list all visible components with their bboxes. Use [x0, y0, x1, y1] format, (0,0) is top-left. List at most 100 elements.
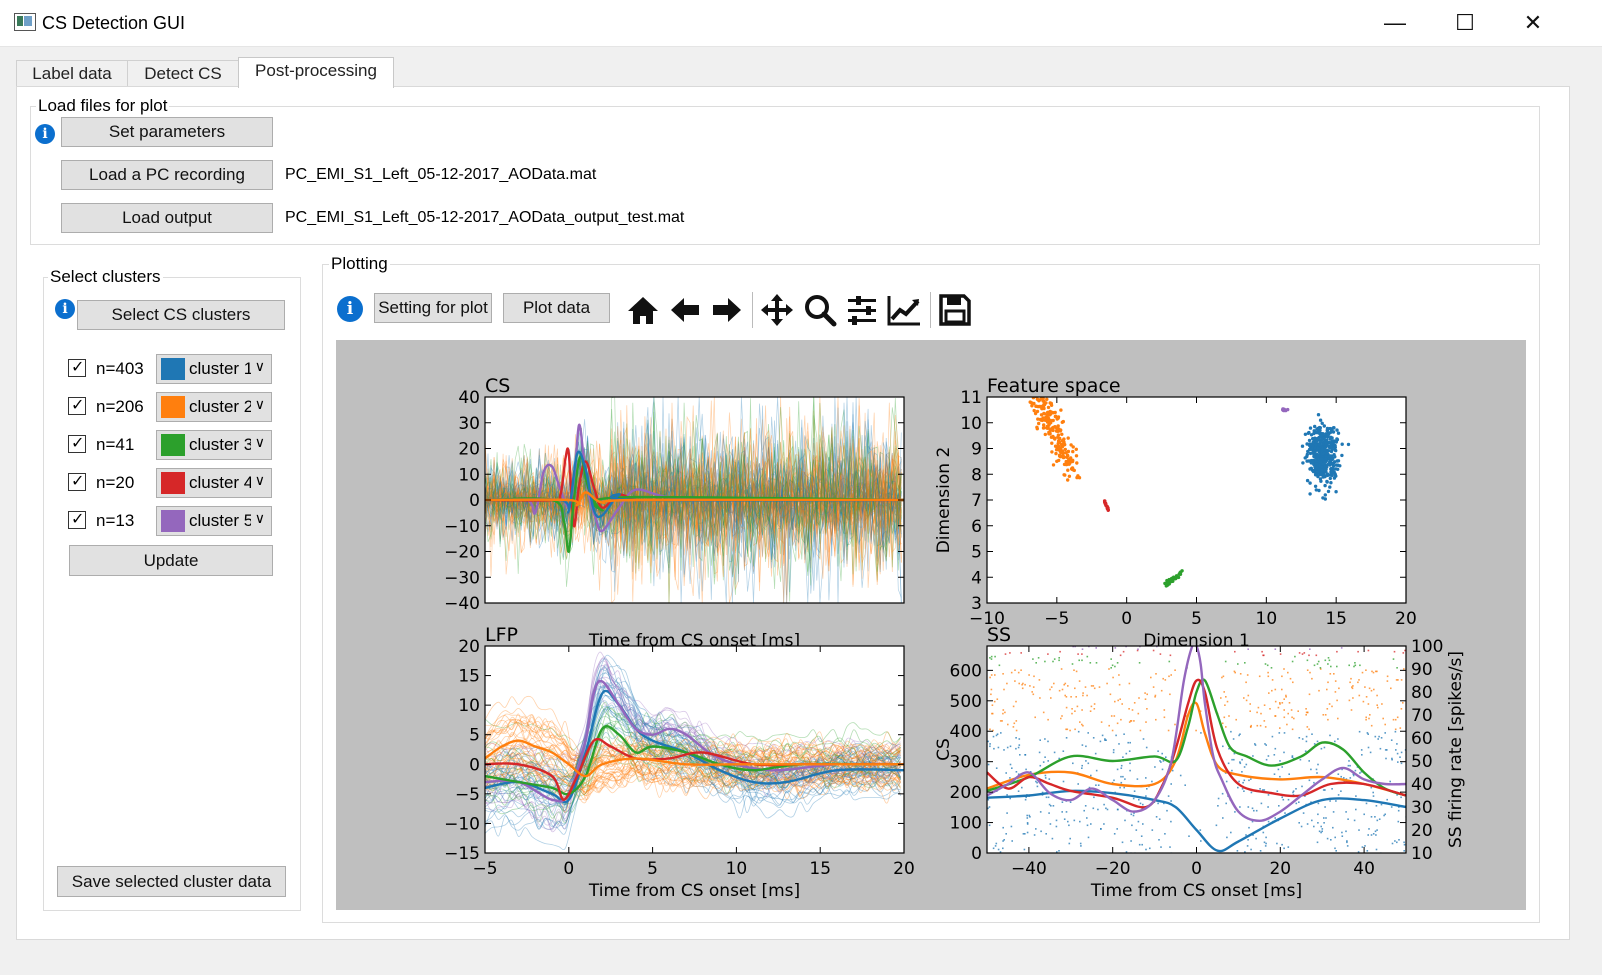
raster-spike: [1128, 682, 1131, 685]
tab-detect-cs[interactable]: Detect CS: [127, 60, 239, 87]
cluster-checkbox-4[interactable]: ✓: [68, 473, 86, 491]
raster-spike: [1327, 681, 1329, 684]
minimize-button[interactable]: —: [1372, 10, 1418, 38]
tab-label-data[interactable]: Label data: [16, 60, 128, 87]
cluster-name-5: cluster 5: [189, 511, 251, 530]
raster-spike: [1396, 743, 1398, 745]
raster-spike: [1006, 682, 1008, 685]
feature-point: [1313, 473, 1318, 477]
raster-spike: [1117, 808, 1119, 811]
raster-spike: [1020, 669, 1022, 671]
feature-point: [1330, 462, 1334, 466]
set-parameters-button[interactable]: Set parameters: [61, 117, 273, 147]
cluster-count-3: n=41: [96, 435, 135, 454]
raster-spike: [1336, 650, 1338, 653]
raster-spike: [1006, 794, 1008, 796]
output-filename: PC_EMI_S1_Left_05-12-2017_AOData_output_…: [285, 209, 685, 226]
feature-point: [1322, 424, 1326, 428]
raster-spike: [1138, 662, 1141, 664]
configure-subplots-icon[interactable]: [844, 292, 880, 328]
raster-spike: [1309, 648, 1311, 650]
feature-point: [1301, 461, 1305, 465]
close-button[interactable]: ✕: [1510, 10, 1556, 38]
raster-spike: [1058, 850, 1060, 852]
raster-spike: [1249, 703, 1251, 705]
maximize-button[interactable]: ☐: [1442, 10, 1488, 38]
raster-spike: [1060, 668, 1063, 670]
cluster-checkbox-5[interactable]: ✓: [68, 511, 86, 529]
plot-canvas[interactable]: 40 30 20 10 0 −10 −20 −30 −40 CS Time from CS onse…: [336, 340, 1526, 910]
raster-spike: [1283, 716, 1286, 719]
forward-arrow-icon[interactable]: [709, 292, 745, 328]
raster-spike: [1374, 735, 1377, 738]
raster-spike: [1095, 662, 1098, 664]
cluster-swatch-1: [161, 358, 185, 380]
raster-spike: [999, 720, 1002, 722]
load-recording-button[interactable]: Load a PC recording: [61, 160, 273, 190]
raster-spike: [1222, 817, 1224, 819]
save-cluster-data-button[interactable]: Save selected cluster data: [57, 866, 286, 897]
raster-spike: [1113, 779, 1115, 782]
cluster-checkbox-2[interactable]: ✓: [68, 397, 86, 415]
cluster-swatch-5: [161, 510, 185, 532]
cluster-color-select-2[interactable]: cluster 2 ∨: [156, 392, 272, 422]
raster-spike: [1099, 740, 1102, 743]
plot-data-button[interactable]: Plot data: [503, 293, 610, 323]
raster-spike: [1367, 746, 1370, 749]
cluster-checkbox-1[interactable]: ✓: [68, 359, 86, 377]
feature-point: [1306, 449, 1310, 454]
raster-spike: [1075, 670, 1078, 673]
raster-spike: [1279, 760, 1281, 762]
raster-spike: [1039, 697, 1041, 699]
raster-spike: [1262, 831, 1265, 834]
home-icon[interactable]: [625, 292, 661, 328]
cluster-color-select-5[interactable]: cluster 5 ∨: [156, 506, 272, 536]
back-arrow-icon[interactable]: [667, 292, 703, 328]
cluster-color-select-4[interactable]: cluster 4 ∨: [156, 468, 272, 498]
raster-spike: [1335, 800, 1337, 802]
raster-spike: [1279, 775, 1281, 778]
cluster-color-select-3[interactable]: cluster 3 ∨: [156, 430, 272, 460]
info-icon[interactable]: i: [35, 124, 55, 144]
feature-point: [1319, 479, 1323, 483]
tab-post-processing[interactable]: Post-processing: [238, 57, 394, 88]
feature-point: [1032, 408, 1036, 413]
raster-spike: [1274, 747, 1277, 750]
raster-spike: [1365, 802, 1368, 805]
select-cs-clusters-button[interactable]: Select CS clusters: [77, 300, 285, 330]
raster-spike: [1256, 724, 1259, 727]
raster-spike: [1145, 721, 1147, 723]
raster-spike: [1053, 751, 1056, 754]
zoom-icon[interactable]: [802, 292, 838, 328]
feature-point: [1051, 434, 1055, 439]
raster-spike: [1089, 710, 1092, 712]
raster-spike: [1024, 683, 1026, 686]
y-tick-label: 15: [458, 667, 480, 687]
raster-spike: [1294, 655, 1296, 658]
raster-spike: [1033, 834, 1036, 836]
raster-spike: [1245, 834, 1247, 836]
raster-spike: [1261, 650, 1263, 653]
cluster-color-select-1[interactable]: cluster 1 ∨: [156, 354, 272, 384]
cluster-checkbox-3[interactable]: ✓: [68, 435, 86, 453]
raster-spike: [1089, 662, 1092, 664]
raster-spike: [1247, 648, 1249, 650]
pan-icon[interactable]: [759, 292, 795, 328]
raster-spike: [1251, 807, 1254, 810]
raster-spike: [1347, 818, 1349, 820]
save-icon[interactable]: [937, 292, 973, 328]
raster-spike: [1304, 750, 1307, 752]
update-button[interactable]: Update: [69, 545, 273, 576]
raster-spike: [1345, 811, 1347, 813]
feature-point: [1320, 421, 1324, 425]
feature-point: [1308, 426, 1313, 430]
clusters-info-icon[interactable]: i: [55, 299, 75, 319]
raster-spike: [1301, 785, 1303, 788]
raster-spike: [1009, 652, 1011, 654]
raster-spike: [1144, 698, 1147, 700]
plot-figure[interactable]: 403020100−10−20−30−40CSTime from CS onse…: [336, 340, 1526, 910]
setting-for-plot-button[interactable]: Setting for plot: [374, 293, 492, 323]
edit-axis-icon[interactable]: [886, 292, 922, 328]
plotting-info-icon[interactable]: i: [337, 296, 363, 322]
load-output-button[interactable]: Load output: [61, 203, 273, 233]
